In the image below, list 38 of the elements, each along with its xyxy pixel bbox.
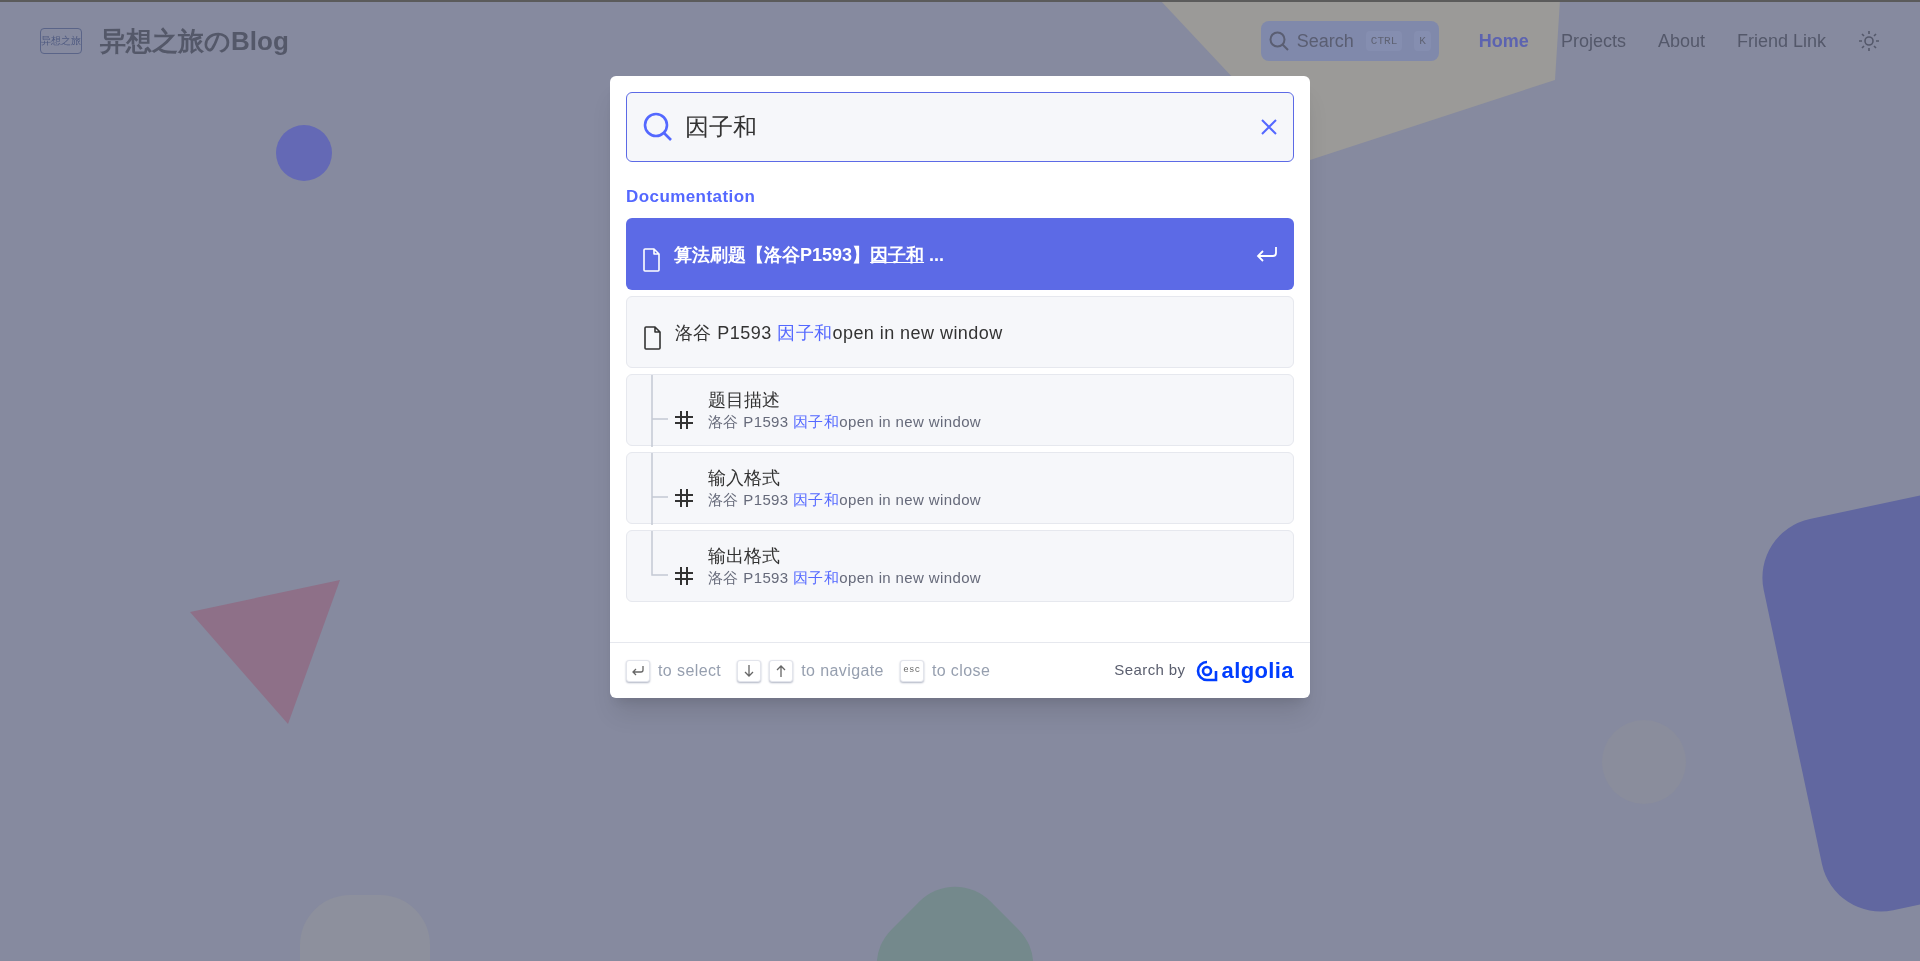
result-title: 算法刷题【洛谷P1593】因子和 ... — [674, 244, 945, 267]
result-path: 洛谷 P1593 因子和open in new window — [708, 411, 982, 432]
document-icon — [642, 247, 662, 272]
search-icon — [643, 112, 673, 142]
keyboard-key: K — [1414, 30, 1431, 52]
enter-icon — [632, 665, 644, 676]
close-icon[interactable] — [1261, 119, 1277, 135]
keyboard-key: esc — [899, 659, 924, 682]
search-icon — [1268, 31, 1289, 51]
result-title: 题目描述 — [708, 388, 781, 412]
document-icon — [643, 325, 663, 350]
tree-connector — [651, 530, 668, 576]
algolia-logo[interactable]: algolia — [1195, 659, 1294, 682]
arrow-down-icon — [744, 664, 755, 677]
keyboard-key: CTRL — [1365, 30, 1403, 52]
sun-icon[interactable] — [1858, 30, 1880, 52]
section-heading: Documentation — [626, 186, 756, 208]
shortcut-label: to close — [931, 660, 991, 681]
search-input[interactable]: 因子和 — [626, 92, 1294, 162]
result-path: 洛谷 P1593 因子和open in new window — [708, 567, 982, 588]
search-result[interactable]: 输出格式 洛谷 P1593 因子和open in new window — [626, 529, 1294, 602]
hash-icon — [674, 565, 694, 586]
result-title: 输出格式 — [708, 544, 781, 568]
hash-icon — [674, 487, 694, 508]
search-result[interactable]: 题目描述 洛谷 P1593 因子和open in new window — [626, 373, 1294, 446]
hash-icon — [674, 409, 694, 430]
enter-icon — [1256, 245, 1278, 262]
arrow-up-icon — [776, 664, 787, 677]
shortcut-label: to navigate — [801, 660, 884, 681]
result-title: 洛谷 P1593 因子和open in new window — [675, 322, 1003, 345]
search-by-label: Search by — [1114, 660, 1186, 681]
result-title: 输入格式 — [708, 466, 781, 490]
result-path: 洛谷 P1593 因子和open in new window — [708, 489, 982, 510]
shortcut-label: to select — [658, 660, 722, 681]
search-result[interactable]: 算法刷题【洛谷P1593】因子和 ... — [626, 217, 1294, 290]
algolia-mark-icon — [1195, 659, 1218, 682]
search-result[interactable]: 输入格式 洛谷 P1593 因子和open in new window — [626, 451, 1294, 524]
search-result[interactable]: 洛谷 P1593 因子和open in new window — [626, 295, 1294, 368]
